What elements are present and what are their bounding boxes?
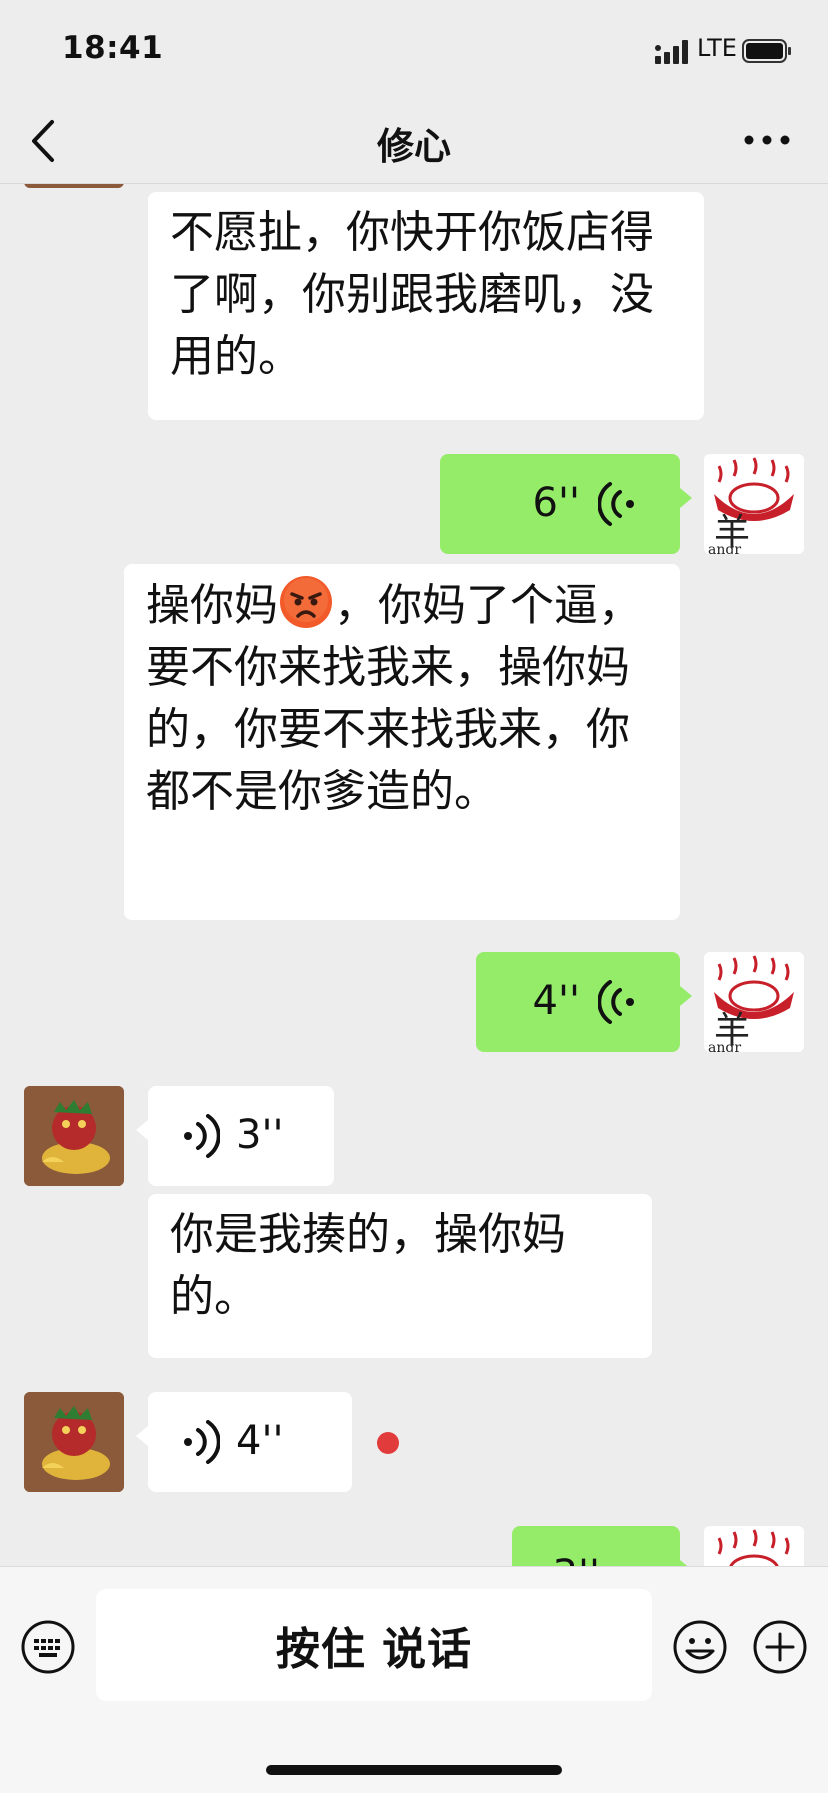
angry-face-emoji-icon <box>280 576 332 628</box>
chat-title: 修心 <box>377 125 451 168</box>
cellular-signal-icon <box>655 40 688 64</box>
hold-to-talk-button[interactable]: 按住 说话 <box>96 1589 652 1701</box>
voice-duration: 4'' <box>236 1418 284 1464</box>
voice-playing-icon <box>184 1420 220 1464</box>
emoji-icon[interactable] <box>672 1619 728 1675</box>
chat-header: 修心 <box>0 100 828 184</box>
voice-duration: 3'' <box>236 1112 284 1158</box>
plus-icon[interactable] <box>752 1619 808 1675</box>
svg-text:angr: angr <box>708 542 741 554</box>
received-voice-message[interactable]: 3'' <box>136 1086 334 1186</box>
my-avatar[interactable]: 羊 angr <box>704 952 804 1052</box>
received-text-message[interactable]: 你是我揍的，操你妈的。 <box>148 1194 652 1358</box>
home-indicator <box>266 1765 562 1775</box>
network-type: LTE <box>697 34 737 62</box>
voice-duration: 6'' <box>532 480 580 526</box>
received-text-message[interactable]: 不愿扯，你快开你饭店得了啊，你别跟我磨叽，没用的。 <box>148 192 704 420</box>
contact-avatar[interactable] <box>24 184 124 188</box>
voice-duration: 4'' <box>532 978 580 1024</box>
message-list[interactable]: 不愿扯，你快开你饭店得了啊，你别跟我磨叽，没用的。 6'' 羊 angr 操你妈… <box>0 184 828 1566</box>
status-time: 18:41 <box>62 30 164 66</box>
sent-voice-message[interactable]: 4'' <box>476 952 692 1052</box>
battery-icon <box>742 39 791 63</box>
svg-text:angr: angr <box>708 1040 741 1052</box>
status-bar: 18:41 LTE <box>0 0 828 100</box>
voice-playing-icon <box>598 980 634 1024</box>
my-avatar[interactable] <box>704 1526 804 1566</box>
contact-avatar[interactable] <box>24 1086 124 1186</box>
chat-input-bar: 按住 说话 <box>0 1566 828 1793</box>
received-text-message[interactable]: 操你妈 ，你妈了个逼，要不你来找我来，操你妈的，你要不来找我来，你都不是你爹造的… <box>124 564 680 920</box>
more-options-icon[interactable] <box>744 130 790 150</box>
message-text: 你是我揍的，操你妈的。 <box>170 1209 566 1322</box>
sent-voice-message[interactable]: 6'' <box>440 454 692 554</box>
voice-duration: 3'' <box>553 1552 600 1566</box>
unread-dot <box>377 1432 399 1454</box>
sent-voice-message[interactable]: 3'' <box>512 1526 692 1566</box>
contact-avatar[interactable] <box>24 1392 124 1492</box>
voice-playing-icon <box>598 482 634 526</box>
message-text: 操你妈 <box>146 580 278 631</box>
voice-playing-icon <box>184 1114 220 1158</box>
received-voice-message[interactable]: 4'' <box>136 1392 352 1492</box>
message-text: 不愿扯，你快开你饭店得了啊，你别跟我磨叽，没用的。 <box>170 207 654 382</box>
my-avatar[interactable]: 羊 angr <box>704 454 804 554</box>
keyboard-icon[interactable] <box>20 1619 76 1675</box>
